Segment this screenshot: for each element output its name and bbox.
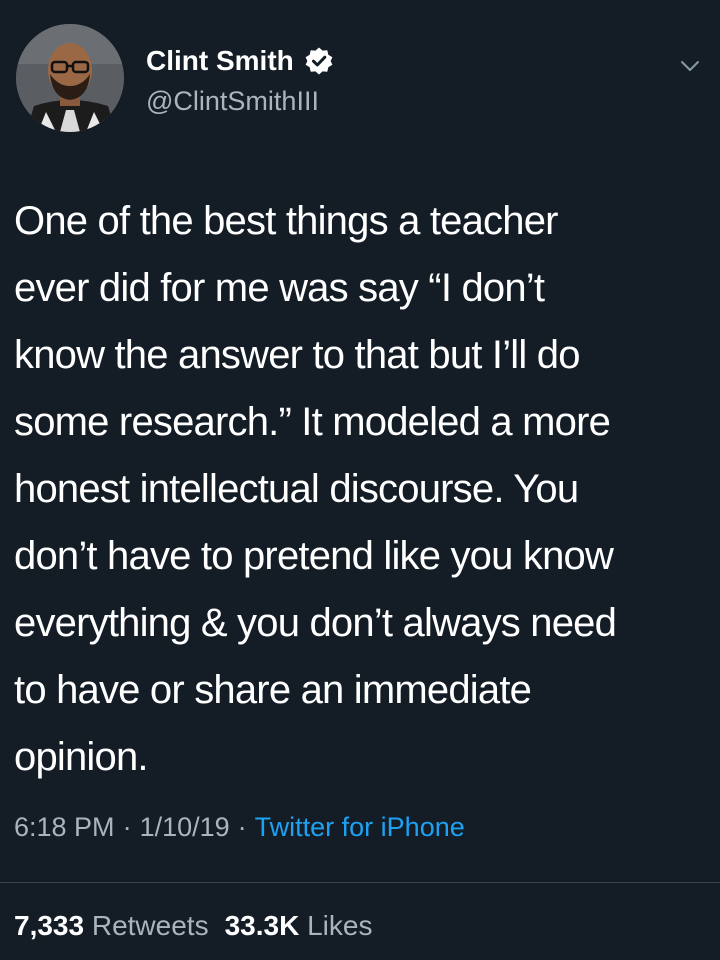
likes-count: 33.3K bbox=[224, 910, 300, 941]
retweets-count: 7,333 bbox=[14, 910, 85, 941]
stats-divider bbox=[0, 882, 720, 883]
verified-badge-icon bbox=[304, 46, 334, 76]
likes-label: Likes bbox=[307, 910, 373, 941]
retweets-label: Retweets bbox=[91, 910, 209, 941]
tweet-source-link[interactable]: Twitter for iPhone bbox=[255, 812, 465, 842]
chevron-down-icon[interactable] bbox=[676, 52, 704, 80]
tweet-time: 6:18 PM bbox=[14, 812, 115, 842]
meta-separator: · bbox=[122, 812, 132, 842]
author-display-name[interactable]: Clint Smith bbox=[146, 45, 294, 77]
tweet-date[interactable]: 1/10/19 bbox=[140, 812, 230, 842]
tweet-card: Clint Smith @ClintSmithIII One of the be… bbox=[0, 0, 720, 960]
likes-stat[interactable]: 33.3K Likes bbox=[225, 910, 373, 941]
tweet-meta: 6:18 PM · 1/10/19 · Twitter for iPhone bbox=[14, 812, 465, 843]
tweet-text: One of the best things a teacher ever di… bbox=[14, 199, 617, 779]
retweets-stat[interactable]: 7,333 Retweets bbox=[14, 910, 209, 941]
tweet-stats: 7,333 Retweets 33.3K Likes bbox=[14, 910, 372, 942]
author-handle[interactable]: @ClintSmithIII bbox=[146, 86, 319, 117]
avatar-photo bbox=[16, 24, 124, 132]
meta-separator: · bbox=[237, 812, 247, 842]
author-avatar[interactable] bbox=[16, 24, 124, 132]
author-name-row[interactable]: Clint Smith bbox=[146, 45, 334, 77]
